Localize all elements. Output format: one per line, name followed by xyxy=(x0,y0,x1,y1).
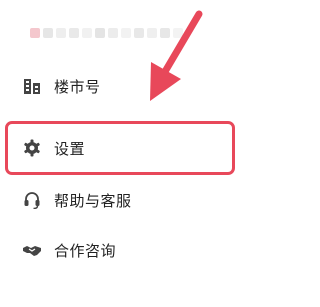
menu-item-label: 帮助与客服 xyxy=(54,191,132,210)
building-icon xyxy=(22,76,42,96)
handshake-icon xyxy=(22,240,42,260)
menu-item-cooperation[interactable]: 合作咨询 xyxy=(22,236,116,264)
menu-item-label: 合作咨询 xyxy=(54,241,117,260)
menu-item-building[interactable]: 楼市号 xyxy=(22,72,101,100)
headset-icon xyxy=(22,190,42,210)
menu-item-help[interactable]: 帮助与客服 xyxy=(22,186,132,214)
menu-panel: 楼市号 设置 帮助与客服 合作咨询 xyxy=(0,0,296,307)
menu-item-label: 楼市号 xyxy=(54,77,101,96)
highlight-box xyxy=(5,121,235,175)
blurred-username xyxy=(30,28,183,38)
